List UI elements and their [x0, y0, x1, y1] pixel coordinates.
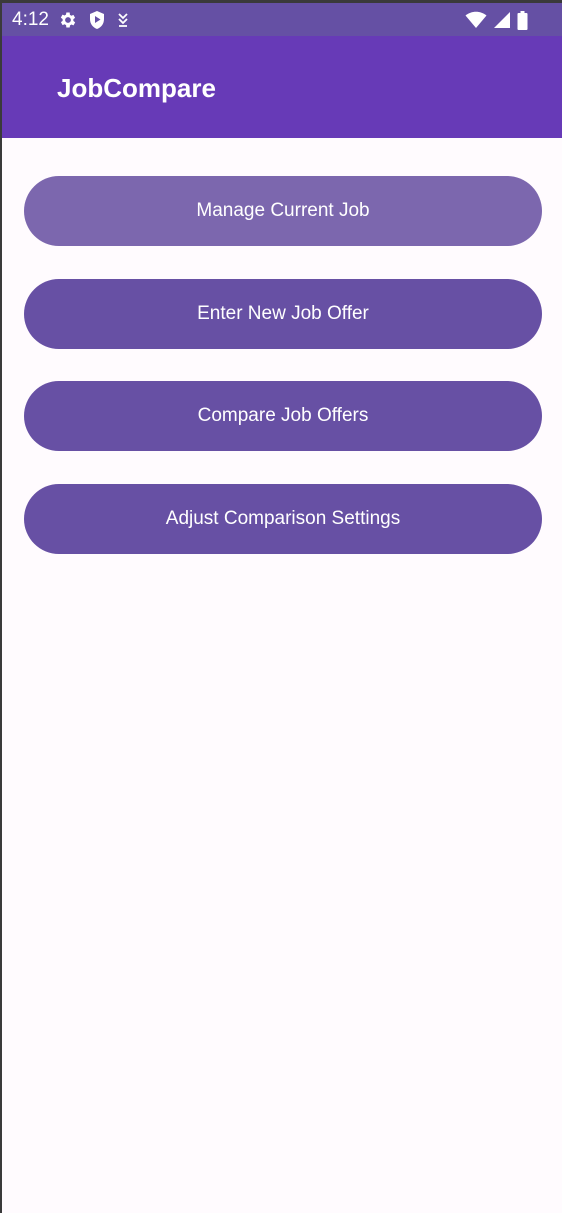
battery-icon — [517, 10, 528, 30]
app-title: JobCompare — [57, 73, 216, 103]
compare-job-offers-button[interactable]: Compare Job Offers — [24, 381, 542, 451]
gear-icon — [58, 10, 78, 30]
status-bar: 4:12 — [2, 3, 562, 36]
adjust-comparison-settings-button[interactable]: Adjust Comparison Settings — [24, 484, 542, 554]
status-right-icons — [465, 9, 528, 31]
wifi-icon — [465, 11, 487, 29]
status-left-icons — [58, 9, 130, 31]
manage-current-job-button[interactable]: Manage Current Job — [24, 176, 542, 246]
status-time: 4:12 — [12, 9, 49, 30]
download-icon — [116, 11, 130, 29]
phone-screen: 4:12 JobCompare Manage Current Job Enter… — [2, 3, 562, 1213]
enter-new-job-offer-button[interactable]: Enter New Job Offer — [24, 279, 542, 349]
cell-signal-icon — [493, 11, 511, 29]
app-bar: JobCompare — [2, 36, 562, 138]
shield-play-icon — [88, 10, 106, 30]
